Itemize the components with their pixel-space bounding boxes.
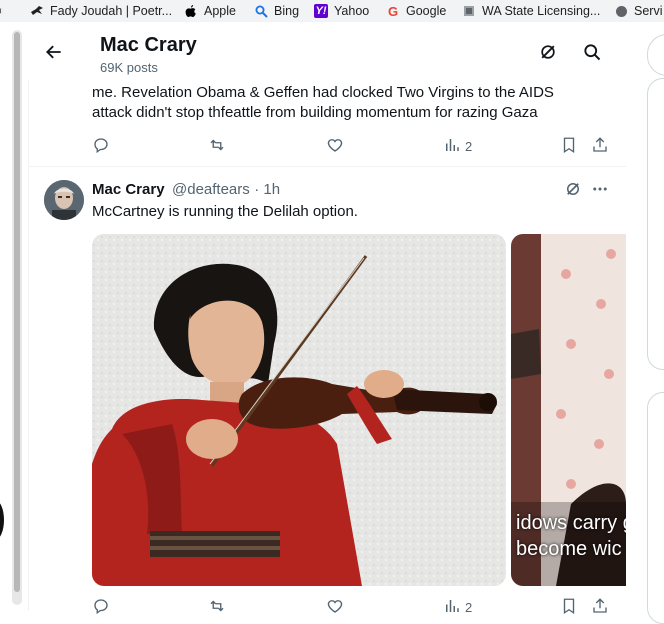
bookmark-apple[interactable]: Apple	[184, 0, 236, 22]
grok-icon	[564, 180, 582, 203]
avatar-portrait-icon	[44, 180, 84, 220]
reply-button[interactable]	[92, 136, 110, 157]
share-icon	[591, 136, 609, 157]
bookmark-partial-icon[interactable]: ◐	[0, 0, 14, 22]
post-reply-button[interactable]	[92, 597, 110, 618]
post-time[interactable]: 1h	[263, 181, 280, 198]
post-divider	[28, 166, 626, 167]
heart-icon	[326, 136, 344, 157]
globe-icon	[614, 4, 628, 18]
post-image-violinist[interactable]	[92, 234, 506, 586]
more-dots-icon	[591, 180, 609, 203]
post-repost-button[interactable]	[208, 597, 226, 618]
scrollbar-thumb[interactable]	[14, 32, 20, 592]
views-chart-icon	[443, 136, 461, 157]
bookmark-wa-licensing[interactable]: WA State Licensing...	[462, 0, 600, 22]
grok-icon	[538, 42, 558, 67]
post-count: 69K posts	[100, 60, 158, 75]
image-caption-line1: idows carry g	[516, 512, 626, 534]
post-views-count: 2	[465, 600, 473, 615]
bookmark-icon	[560, 136, 578, 157]
image-caption-line2: become wic	[516, 538, 622, 560]
page-title: Mac Crary	[100, 34, 197, 56]
grok-button[interactable]	[531, 37, 565, 71]
bird-icon	[30, 4, 44, 18]
share-button[interactable]	[591, 136, 609, 157]
google-icon: G	[387, 3, 399, 19]
post-like-button[interactable]	[326, 597, 344, 618]
post-image-second[interactable]: idows carry g become wic	[511, 234, 626, 586]
bookmark-fady-joudah[interactable]: Fady Joudah | Poetr...	[30, 0, 172, 22]
search-box-edge[interactable]	[647, 34, 664, 76]
views-count: 2	[465, 139, 473, 154]
back-button[interactable]	[37, 37, 71, 71]
bookmark-yahoo[interactable]: Y! Yahoo	[314, 0, 369, 22]
search-icon	[582, 42, 602, 67]
apple-icon	[184, 4, 198, 18]
violinist-photo	[92, 234, 506, 586]
views-button[interactable]: 2	[443, 136, 472, 157]
repost-button[interactable]	[208, 136, 226, 157]
repost-icon	[208, 136, 226, 157]
post-meta: Mac Crary @deaftears · 1h	[92, 181, 280, 199]
previous-post-text-line2: attack didn't stop thfeattle from buildi…	[92, 104, 538, 121]
bookmark-google[interactable]: G Google	[386, 0, 446, 22]
author-handle[interactable]: @deaftears	[172, 181, 250, 198]
reply-icon	[92, 136, 110, 157]
reply-icon	[92, 597, 110, 618]
more-options-button[interactable]	[583, 174, 617, 208]
post-text: McCartney is running the Delilah option.	[92, 203, 358, 220]
right-sidebar	[627, 22, 664, 624]
heart-icon	[326, 597, 344, 618]
bookmark-servi[interactable]: Servi	[614, 0, 662, 22]
author-name[interactable]: Mac Crary	[92, 181, 165, 198]
sidebar-card-edge	[647, 78, 664, 370]
repost-icon	[208, 597, 226, 618]
bookmark-button[interactable]	[560, 136, 578, 157]
previous-post-text-line1: me. Revelation Obama & Geffen had clocke…	[92, 84, 554, 101]
yahoo-icon: Y!	[314, 4, 328, 18]
avatar[interactable]	[44, 180, 84, 220]
search-button[interactable]	[575, 37, 609, 71]
post-bookmark-button[interactable]	[560, 597, 578, 618]
bing-search-icon	[254, 4, 268, 18]
sidebar-card-edge-2	[647, 392, 664, 624]
back-arrow-icon	[44, 42, 64, 67]
post-share-button[interactable]	[591, 597, 609, 618]
bookmarks-bar: ◐ Fady Joudah | Poetr... Apple Bing Y! Ya…	[0, 0, 664, 23]
views-chart-icon	[443, 597, 461, 618]
share-icon	[591, 597, 609, 618]
licensing-icon	[462, 4, 476, 18]
post-views-button[interactable]: 2	[443, 597, 472, 618]
bookmark-bing[interactable]: Bing	[254, 0, 299, 22]
like-button[interactable]	[326, 136, 344, 157]
bookmark-icon	[560, 597, 578, 618]
